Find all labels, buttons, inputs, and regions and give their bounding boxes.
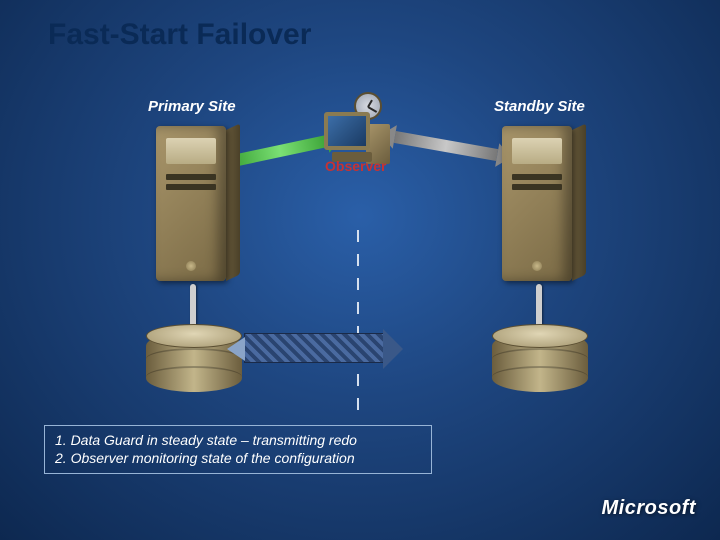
redo-transport-arrow-icon bbox=[244, 333, 384, 363]
slide-title: Fast-Start Failover bbox=[48, 18, 311, 52]
standby-site-label: Standby Site bbox=[494, 98, 585, 115]
standby-storage-icon bbox=[492, 332, 588, 392]
site-divider-icon bbox=[357, 230, 359, 420]
observer-standby-arrow-icon bbox=[394, 131, 499, 161]
caption-box: 1. Data Guard in steady state – transmit… bbox=[44, 425, 432, 474]
observer-label: Observer bbox=[325, 158, 395, 218]
standby-server-icon bbox=[502, 126, 572, 281]
observer-node-icon bbox=[322, 104, 392, 164]
logo-text: Microsoft bbox=[602, 497, 697, 520]
caption-line-2: 2. Observer monitoring state of the conf… bbox=[55, 450, 421, 468]
microsoft-logo: Microsoft bbox=[602, 497, 697, 520]
primary-server-icon bbox=[156, 126, 226, 281]
monitor-icon bbox=[324, 112, 370, 150]
observer-primary-arrow-icon bbox=[232, 135, 328, 167]
primary-site-label: Primary Site bbox=[148, 98, 236, 115]
caption-line-1: 1. Data Guard in steady state – transmit… bbox=[55, 432, 421, 450]
